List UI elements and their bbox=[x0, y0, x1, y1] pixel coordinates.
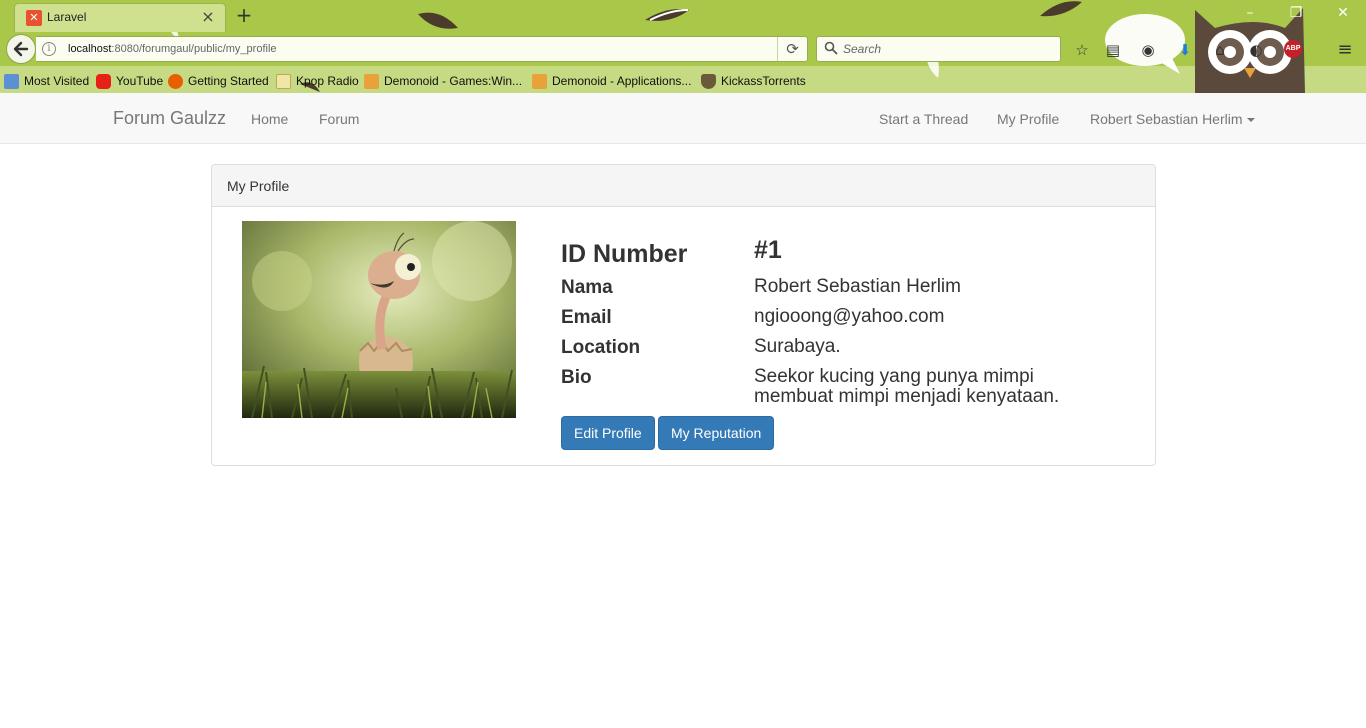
browser-chrome: ✕ Laravel × + – ❐ ✕ i localhost:8080/for… bbox=[0, 0, 1366, 93]
id-number-label: ID Number bbox=[561, 240, 688, 268]
bookmarks-bar: Most Visited YouTube Getting Started Kpo… bbox=[0, 68, 1366, 92]
menu-icon[interactable]: ≡ bbox=[1335, 40, 1355, 60]
reload-icon[interactable]: ⟳ bbox=[777, 37, 807, 61]
rss-icon bbox=[532, 73, 547, 89]
location-label: Location bbox=[561, 337, 641, 358]
search-input[interactable] bbox=[843, 39, 1053, 59]
maximize-icon[interactable]: ❐ bbox=[1286, 4, 1306, 22]
bookmark-demonoid-games[interactable]: Demonoid - Games:Win... bbox=[364, 72, 522, 90]
browser-toolbar: i localhost:8080/forumgaul/public/my_pro… bbox=[0, 32, 1366, 66]
bookmark-kpop-radio[interactable]: Kpop Radio bbox=[276, 72, 359, 90]
nav-start-thread-link[interactable]: Start a Thread bbox=[879, 111, 968, 127]
edit-profile-button[interactable]: Edit Profile bbox=[561, 416, 655, 450]
user-dropdown[interactable]: Robert Sebastian Herlim bbox=[1090, 111, 1255, 127]
tab-strip: ✕ Laravel × + – ❐ ✕ bbox=[0, 0, 1366, 32]
bookmark-star-icon[interactable]: ☆ bbox=[1072, 40, 1092, 60]
youtube-icon bbox=[96, 73, 111, 89]
caret-down-icon bbox=[1246, 118, 1255, 123]
nav-forum-link[interactable]: Forum bbox=[319, 111, 359, 127]
nav-my-profile-link[interactable]: My Profile bbox=[997, 111, 1059, 127]
search-icon bbox=[824, 41, 838, 55]
new-tab-button[interactable]: + bbox=[234, 5, 254, 25]
info-icon[interactable]: i bbox=[42, 42, 56, 56]
bookmark-demonoid-applications[interactable]: Demonoid - Applications... bbox=[532, 72, 691, 90]
page-icon bbox=[276, 73, 291, 89]
firefox-icon bbox=[168, 73, 183, 89]
extension-icon[interactable]: ◐ bbox=[1246, 40, 1266, 60]
arrow-left-icon bbox=[13, 41, 29, 57]
search-bar[interactable] bbox=[816, 36, 1061, 62]
panel-heading: My Profile bbox=[212, 165, 1155, 207]
bookmark-most-visited[interactable]: Most Visited bbox=[4, 72, 89, 90]
profile-image bbox=[242, 221, 516, 418]
location-value: Surabaya. bbox=[754, 336, 841, 357]
shield-icon bbox=[701, 73, 716, 89]
bio-value: Seekor kucing yang punya mimpi membuat m… bbox=[754, 366, 1060, 407]
adblock-icon[interactable]: ABP bbox=[1284, 40, 1302, 58]
url-text[interactable]: localhost:8080/forumgaul/public/my_profi… bbox=[68, 43, 277, 55]
laravel-favicon-icon: ✕ bbox=[26, 10, 42, 26]
pocket-icon[interactable]: ◉ bbox=[1138, 40, 1158, 60]
close-tab-icon[interactable]: × bbox=[200, 8, 216, 26]
id-number-value: #1 bbox=[754, 236, 782, 264]
download-icon[interactable]: ⬇ bbox=[1175, 40, 1195, 60]
bookmark-youtube[interactable]: YouTube bbox=[96, 72, 163, 90]
chick-in-egg-illustration bbox=[242, 221, 516, 418]
nama-value: Robert Sebastian Herlim bbox=[754, 276, 961, 297]
close-window-icon[interactable]: ✕ bbox=[1333, 4, 1353, 22]
nama-label: Nama bbox=[561, 277, 613, 298]
profile-panel: My Profile ID Number #1 Nama Robert Seba… bbox=[211, 164, 1156, 466]
my-reputation-button[interactable]: My Reputation bbox=[658, 416, 775, 450]
site-navbar: Forum Gaulzz Home Forum Start a Thread M… bbox=[0, 93, 1366, 144]
reading-list-icon[interactable]: ▤ bbox=[1103, 40, 1123, 60]
bookmark-getting-started[interactable]: Getting Started bbox=[168, 72, 269, 90]
bio-label: Bio bbox=[561, 367, 592, 388]
bookmark-folder-icon bbox=[4, 73, 19, 89]
minimize-icon[interactable]: – bbox=[1240, 4, 1260, 22]
brand-link[interactable]: Forum Gaulzz bbox=[113, 108, 226, 129]
url-bar[interactable]: i localhost:8080/forumgaul/public/my_pro… bbox=[36, 36, 808, 62]
user-name: Robert Sebastian Herlim bbox=[1090, 111, 1243, 127]
nav-home-link[interactable]: Home bbox=[251, 111, 288, 127]
bookmark-kickasstorrents[interactable]: KickassTorrents bbox=[701, 72, 806, 90]
rss-icon bbox=[364, 73, 379, 89]
email-value: ngiooong@yahoo.com bbox=[754, 306, 945, 327]
email-label: Email bbox=[561, 307, 612, 328]
back-button[interactable] bbox=[6, 34, 36, 64]
tab-laravel[interactable]: ✕ Laravel × bbox=[14, 3, 226, 32]
home-icon[interactable]: ⌂ bbox=[1210, 40, 1230, 60]
tab-title: Laravel bbox=[47, 10, 87, 24]
